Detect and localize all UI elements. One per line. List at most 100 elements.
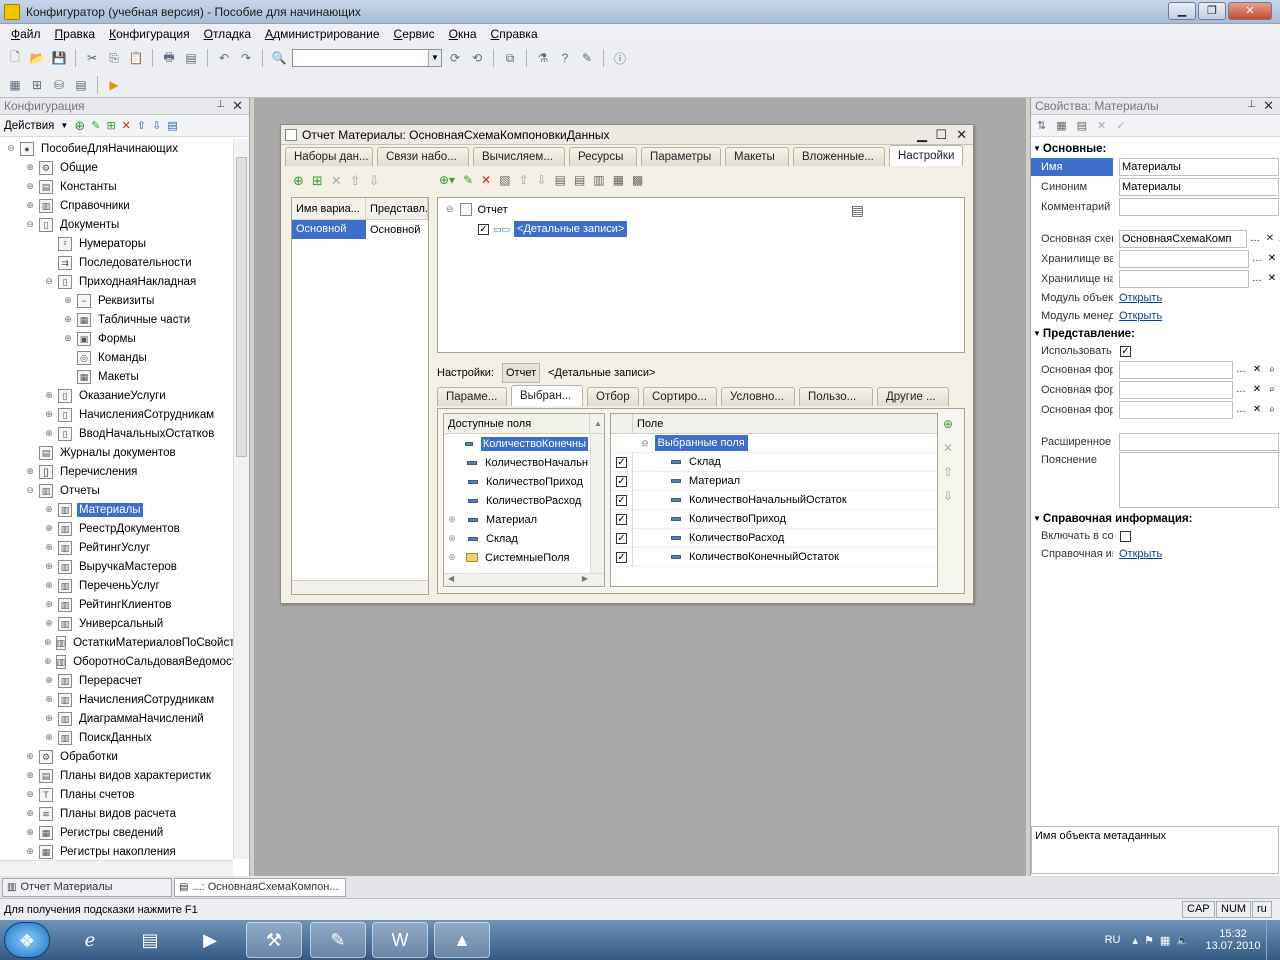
expand-icon[interactable]: ⊕ [25, 789, 35, 800]
clear-icon[interactable]: ✕ [1250, 382, 1264, 398]
move-up-icon[interactable]: ⇧ [350, 173, 361, 189]
tree-item[interactable]: ⊕ ▥ РейтингКлиентов [0, 595, 233, 614]
main-schema-field[interactable]: ОсновнаяСхемаКомп [1119, 230, 1247, 248]
synonym-field[interactable]: Материалы [1119, 178, 1279, 196]
paste-icon[interactable]: 📋 [127, 49, 145, 67]
tree-item[interactable]: ⊕ ▣ Формы [0, 329, 233, 348]
delete-icon[interactable]: ✕ [331, 173, 342, 189]
open-link[interactable]: Открыть [1119, 292, 1162, 304]
tray-time[interactable]: 15:32 [1219, 928, 1247, 940]
syntax-helper-icon[interactable]: ✎ [578, 49, 596, 67]
checkbox[interactable]: ✓ [616, 551, 627, 563]
move-down-icon[interactable]: ⇩ [537, 173, 547, 187]
help-search-icon[interactable]: ? [556, 49, 574, 67]
clear-icon[interactable]: ✕ [1250, 362, 1264, 378]
scrollbar-horizontal[interactable]: ◀ ▶ [444, 573, 604, 586]
section-presentation[interactable]: ▼ Представление: [1031, 325, 1280, 342]
selected-field-row[interactable]: ✓ КоличествоРасход [611, 528, 937, 548]
tree-item[interactable]: ⊖ ● ПособиеДляНачинающих [0, 139, 233, 158]
expand-icon[interactable]: ⊕ [25, 751, 35, 762]
tree-item[interactable]: ⊕ ▥ ПоискДанных [0, 728, 233, 747]
find-prev-icon[interactable]: ⟲ [468, 49, 486, 67]
column-header[interactable]: Имя вариа... [292, 198, 366, 219]
expand-icon[interactable]: ⊕ [25, 827, 35, 838]
info-icon[interactable]: ⓘ [611, 49, 629, 67]
cancel-icon[interactable]: ✕ [1097, 119, 1106, 132]
tree-item[interactable]: ⊕ [] Перечисления [0, 462, 233, 481]
tree-item[interactable]: ⊕ ▥ РеестрДокументов [0, 519, 233, 538]
move-down-icon[interactable]: ⇩ [943, 489, 953, 503]
explorer-icon[interactable]: ▤ [122, 922, 178, 958]
check-icon[interactable]: ✓ [1116, 119, 1125, 132]
tree-node-report[interactable]: ⊖ Отчет [446, 203, 508, 216]
tree-item[interactable]: ⇉ Последовательности [0, 253, 233, 272]
menu-file[interactable]: Файл [4, 27, 48, 41]
minimize-button[interactable]: ▁ [1168, 2, 1196, 20]
form-field[interactable] [1119, 381, 1233, 399]
tree-item[interactable]: ⊕ ▦ Регистры сведений [0, 823, 233, 842]
chart-icon[interactable]: ▦ [613, 173, 624, 187]
clear-icon[interactable]: ✕ [1263, 231, 1277, 247]
tab-order[interactable]: Сортиро... [643, 387, 717, 406]
tree-item[interactable]: ⊕ Т Планы счетов [0, 785, 233, 804]
edit-icon[interactable]: ✎ [463, 173, 473, 187]
tree-item[interactable]: ⊕ ▥ ОстаткиМатериаловПоСвойств... [0, 633, 233, 652]
expand-icon[interactable]: ⊕ [25, 846, 35, 857]
expand-icon[interactable]: ⊕ [44, 637, 52, 648]
expand-icon[interactable]: ⊕ [44, 599, 54, 610]
collapse-icon[interactable]: ⊖ [6, 143, 16, 154]
wizard-icon[interactable]: ⚗ [534, 49, 552, 67]
window-icon[interactable]: ⧉ [501, 49, 519, 67]
add-icon[interactable]: ⊕ [74, 118, 85, 134]
tab-links[interactable]: Связи набо... [377, 147, 469, 166]
print-icon[interactable]: 🖶 [160, 49, 178, 67]
group-up-icon[interactable]: ▤ [555, 173, 566, 187]
collapse-icon[interactable]: ⊖ [446, 204, 454, 215]
ie-icon[interactable]: ℯ [62, 922, 118, 958]
pin-icon[interactable]: ⊥ [216, 99, 225, 110]
expand-icon[interactable]: ⊕ [44, 618, 54, 629]
open-link[interactable]: Открыть [1119, 548, 1162, 560]
search-icon[interactable]: ⌕ [1265, 382, 1279, 398]
selected-group-row[interactable]: ⊖ Выбранные поля [611, 434, 937, 453]
sort-icon[interactable]: ⇅ [1037, 119, 1046, 132]
extended-field[interactable] [1119, 433, 1279, 451]
tree-item[interactable]: ² Нумераторы [0, 234, 233, 253]
expand-icon[interactable]: ⊕ [25, 770, 35, 781]
database-icon[interactable]: ⛁ [50, 76, 68, 94]
ellipsis-button[interactable]: … [1250, 251, 1264, 267]
tree-item[interactable]: ⊕ ⚙ Общие [0, 158, 233, 177]
tree-item[interactable]: ⊕ ▦ Регистры накопления [0, 842, 233, 859]
tab-nested[interactable]: Вложенные... [793, 147, 885, 166]
scrollbar[interactable] [590, 434, 604, 574]
tree-item[interactable]: ⊕ ▥ ПереченьУслуг [0, 576, 233, 595]
expand-icon[interactable]: ⊕ [44, 428, 54, 439]
expand-icon[interactable]: ⊕ [444, 514, 460, 525]
collapse-icon[interactable]: ⊖ [25, 219, 35, 230]
storage-field[interactable] [1119, 250, 1249, 268]
edit-icon[interactable]: ✎ [91, 119, 100, 132]
close-icon[interactable]: ✕ [956, 127, 967, 143]
find-icon[interactable]: 🔍 [270, 49, 288, 67]
expand-icon[interactable]: ⊕ [63, 333, 73, 344]
maximize-button[interactable]: ❐ [1198, 2, 1226, 20]
tab-parameters[interactable]: Параметры [641, 147, 721, 166]
tree-item[interactable]: ⊖ ▯ ПриходнаяНакладная [0, 272, 233, 291]
tab-calculated[interactable]: Вычисляем... [473, 147, 565, 166]
tray-network-icon[interactable]: ⚑ [1144, 934, 1154, 947]
move-up-icon[interactable]: ⇧ [519, 173, 529, 187]
ellipsis-button[interactable]: … [1234, 382, 1248, 398]
tree-item[interactable]: ⊕ ▥ РейтингУслуг [0, 538, 233, 557]
storage-field[interactable] [1119, 270, 1249, 288]
selected-field-row[interactable]: ✓ КоличествоКонечныйОстаток [611, 547, 937, 567]
move-down-icon[interactable]: ⇩ [369, 173, 380, 189]
search-icon[interactable]: ⌕ [1265, 402, 1279, 418]
tab-other[interactable]: Другие ... [877, 387, 949, 406]
tree-item[interactable]: ⊕ ▦ Табличные части [0, 310, 233, 329]
form-field[interactable] [1119, 401, 1233, 419]
filter-icon[interactable]: ▤ [1077, 119, 1087, 132]
name-field[interactable]: Материалы [1119, 158, 1279, 176]
expand-icon[interactable]: ⊕ [44, 713, 54, 724]
menu-edit[interactable]: Правка [48, 27, 103, 41]
delete-icon[interactable]: ✕ [122, 119, 131, 132]
